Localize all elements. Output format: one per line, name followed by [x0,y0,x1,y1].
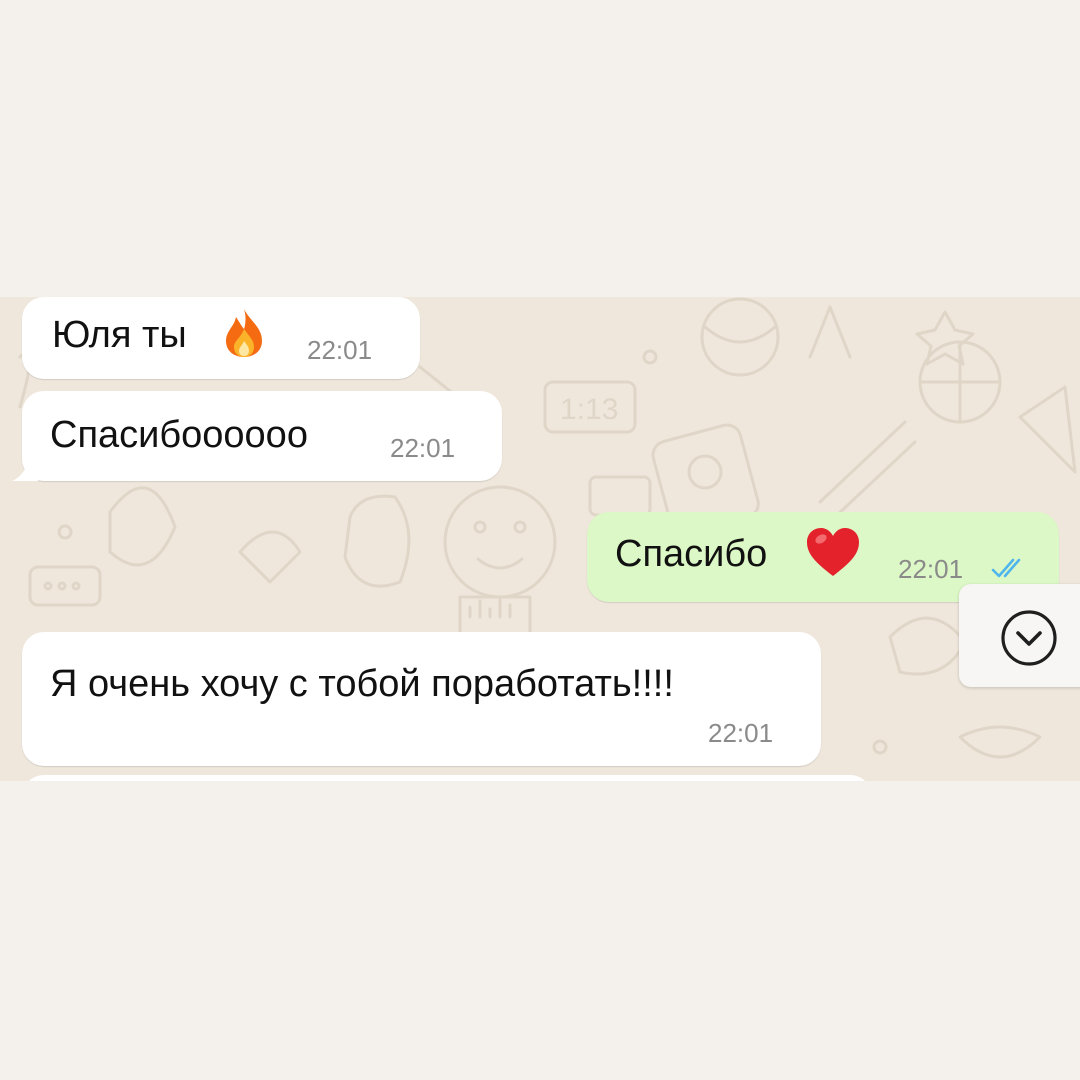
message-text: Спасибоооооо [50,414,308,456]
incoming-message-bubble[interactable]: Я очень хочу с тобой поработать!!!! 22:0… [22,632,821,766]
message-text: Спасибо [615,533,768,575]
read-receipt-icon [989,556,1029,585]
message-timestamp: 22:01 [307,335,373,365]
chevron-down-icon [1001,610,1057,666]
scroll-to-bottom-button[interactable] [959,584,1080,687]
message-timestamp: 22:01 [898,554,964,584]
svg-text:1:13: 1:13 [560,393,618,426]
message-timestamp: 22:01 [708,718,774,748]
message-timestamp: 22:01 [390,433,456,463]
message-text: Юля ты [52,314,187,356]
incoming-message-bubble[interactable]: Спасибоооооо 22:01 [22,391,502,481]
bubble-tail [12,455,38,481]
screenshot-frame: 1:13 Юля ты 22:01 Спасибоооооо 22:01 Спа… [0,0,1080,1080]
message-text: Я очень хочу с тобой поработать!!!! [50,663,674,705]
incoming-message-bubble[interactable]: Юля ты 22:01 [22,297,420,379]
fire-emoji-icon [220,307,268,359]
next-message-bubble-partial[interactable] [22,775,872,781]
chat-area[interactable]: 1:13 Юля ты 22:01 Спасибоооооо 22:01 Спа… [0,297,1080,781]
red-heart-emoji-icon [805,526,861,578]
